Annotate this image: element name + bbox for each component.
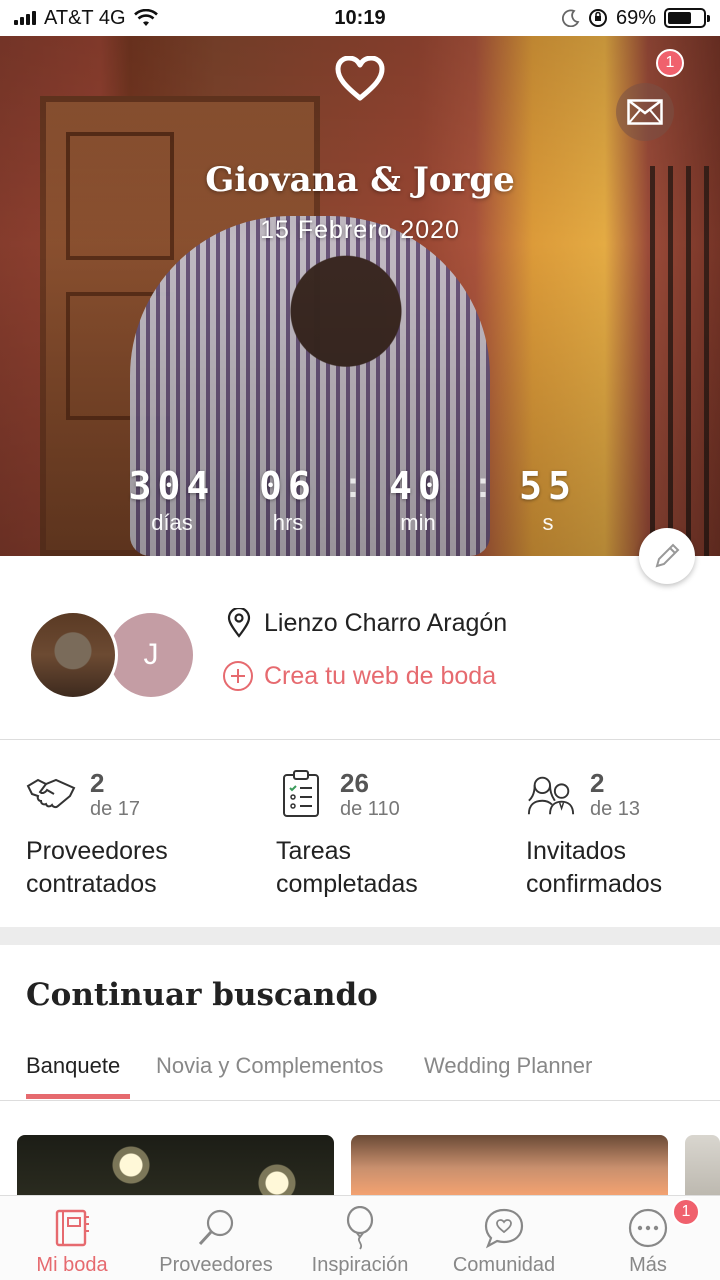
wifi-icon — [133, 9, 158, 26]
couple-names: Giovana & Jorge — [205, 160, 515, 200]
status-bar: AT&T 4G 10:19 69% — [0, 0, 720, 36]
more-icon — [626, 1206, 670, 1250]
create-website-label: Crea tu web de boda — [264, 661, 497, 690]
section-divider — [0, 927, 720, 945]
countdown-separator: : — [347, 464, 359, 505]
nav-comunidad[interactable]: Comunidad — [432, 1196, 576, 1280]
messages-badge: 1 — [656, 49, 684, 77]
create-website-link[interactable]: Crea tu web de boda — [222, 660, 496, 692]
venue-name: Lienzo Charro Aragón — [264, 608, 508, 637]
stat-total: de 110 — [340, 797, 400, 820]
edit-button[interactable] — [639, 528, 695, 584]
countdown-days: 304 días — [128, 464, 216, 535]
stat-guests[interactable]: 2 de 13 Invitados confirmados — [500, 741, 720, 901]
couple-avatar[interactable] — [28, 610, 118, 700]
carrier-label: AT&T 4G — [44, 6, 126, 29]
search-icon — [194, 1206, 238, 1250]
stat-count: 2 — [90, 768, 105, 798]
countdown-seconds: 55 s — [519, 464, 577, 535]
stat-total: de 17 — [90, 797, 141, 820]
vendor-card[interactable] — [685, 1135, 720, 1195]
active-tab-indicator — [26, 1094, 130, 1099]
notebook-icon — [50, 1206, 94, 1250]
vendor-card[interactable] — [17, 1135, 334, 1195]
pencil-icon — [655, 543, 680, 568]
envelope-icon — [627, 99, 663, 125]
handshake-icon — [26, 769, 76, 819]
location-pin-icon — [227, 608, 251, 638]
signal-icon — [14, 11, 36, 25]
guests-icon — [526, 769, 576, 819]
countdown-separator: : — [477, 464, 489, 505]
countdown-hours: 06 hrs — [259, 464, 317, 535]
bottom-nav: Mi boda Proveedores Inspiración Comunida… — [0, 1195, 720, 1280]
section-title: Continuar buscando — [26, 977, 378, 1013]
rotation-lock-icon — [588, 9, 607, 27]
tab-novia-complementos[interactable]: Novia y Complementos — [156, 1053, 383, 1079]
continue-searching: Continuar buscando Banquete Novia y Comp… — [0, 945, 720, 1195]
wedding-info: J Lienzo Charro Aragón Crea tu web de bo… — [0, 556, 720, 740]
stat-label: Tareas completadas — [276, 836, 418, 898]
stat-count: 2 — [590, 768, 605, 798]
stat-label: Proveedores contratados — [26, 836, 168, 898]
tab-banquete[interactable]: Banquete — [26, 1053, 120, 1079]
nav-label: Inspiración — [311, 1254, 409, 1276]
category-tabs: Banquete Novia y Complementos Wedding Pl… — [0, 1045, 720, 1101]
nav-label: Más — [629, 1254, 667, 1276]
stat-tasks[interactable]: 26 de 110 Tareas completadas — [250, 741, 500, 901]
tab-wedding-planner[interactable]: Wedding Planner — [424, 1053, 592, 1079]
battery-icon — [664, 8, 710, 28]
venue[interactable]: Lienzo Charro Aragón — [226, 608, 507, 638]
messages-button[interactable] — [616, 83, 674, 141]
chat-heart-icon — [482, 1206, 526, 1250]
hero-photo: Giovana & Jorge 15 Febrero 2020 304 días… — [0, 36, 720, 556]
status-left: AT&T 4G — [14, 7, 158, 30]
vendor-card[interactable] — [351, 1135, 668, 1195]
status-right: 69% — [561, 6, 710, 30]
partner-avatar[interactable]: J — [106, 610, 196, 700]
stat-vendors[interactable]: 2 de 17 Proveedores contratados — [0, 741, 250, 901]
stat-total: de 13 — [590, 797, 641, 820]
moon-icon — [561, 9, 580, 27]
balloon-icon — [338, 1206, 382, 1250]
nav-inspiracion[interactable]: Inspiración — [288, 1196, 432, 1280]
stat-count: 26 — [340, 768, 369, 798]
nav-proveedores[interactable]: Proveedores — [144, 1196, 288, 1280]
nav-mi-boda[interactable]: Mi boda — [0, 1196, 144, 1280]
progress-stats: 2 de 17 Proveedores contratados 26 de 11… — [0, 741, 720, 927]
battery-percent: 69% — [615, 6, 656, 29]
plus-circle-icon — [223, 661, 253, 691]
nav-label: Proveedores — [159, 1254, 273, 1276]
checklist-icon — [276, 769, 326, 819]
heart-logo-icon — [335, 56, 385, 101]
wedding-date: 15 Febrero 2020 — [260, 216, 460, 244]
nav-label: Comunidad — [452, 1254, 556, 1276]
countdown-minutes: 40 min — [389, 464, 447, 535]
nav-label: Mi boda — [36, 1254, 108, 1276]
countdown: 304 días 06 hrs : 40 min : 55 s — [0, 464, 720, 536]
stat-label: Invitados confirmados — [526, 836, 663, 898]
more-badge: 1 — [672, 1198, 700, 1226]
